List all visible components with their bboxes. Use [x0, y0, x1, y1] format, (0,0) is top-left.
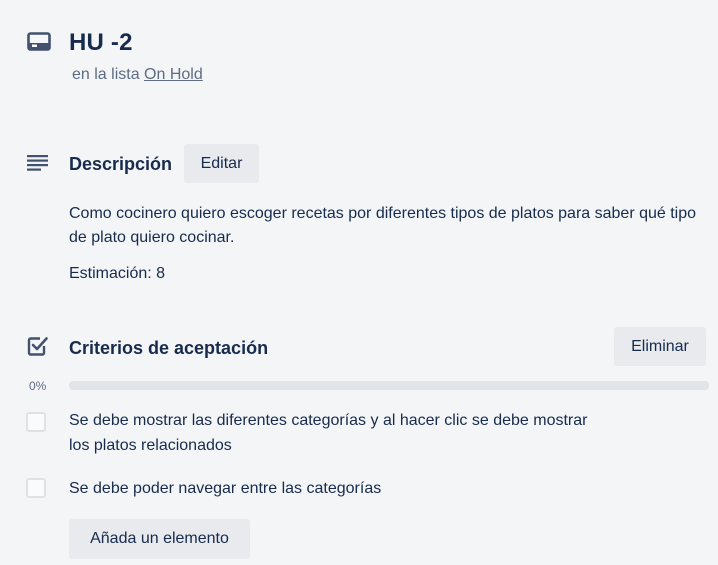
checklist-item-checkbox[interactable] — [26, 412, 46, 432]
progress-percent: 0% — [29, 379, 47, 393]
card-title[interactable]: HU -2 — [69, 29, 133, 57]
add-item-button[interactable]: Añada un elemento — [69, 519, 250, 559]
list-reference: en la lista On Hold — [72, 66, 203, 84]
checklist-item-text[interactable]: Se debe mostrar las diferentes categoría… — [69, 408, 589, 458]
description-heading: Descripción — [69, 154, 173, 174]
list-link[interactable]: On Hold — [144, 66, 203, 83]
estimate-text: Estimación: 8 — [69, 265, 166, 282]
checklist-item-checkbox[interactable] — [26, 478, 46, 498]
checklist-item-text[interactable]: Se debe poder navegar entre las categorí… — [69, 476, 589, 501]
card-icon — [27, 32, 51, 52]
description-text[interactable]: Como cocinero quiero escoger recetas por… — [69, 202, 699, 250]
list-prefix: en la lista — [72, 66, 140, 83]
checkbox-checked-icon — [27, 335, 49, 357]
checklist-heading[interactable]: Criterios de aceptación — [69, 338, 268, 359]
description-icon — [27, 154, 49, 172]
edit-description-button[interactable]: Editar — [184, 144, 259, 183]
delete-checklist-button[interactable]: Eliminar — [614, 327, 706, 366]
progress-bar — [69, 381, 709, 390]
